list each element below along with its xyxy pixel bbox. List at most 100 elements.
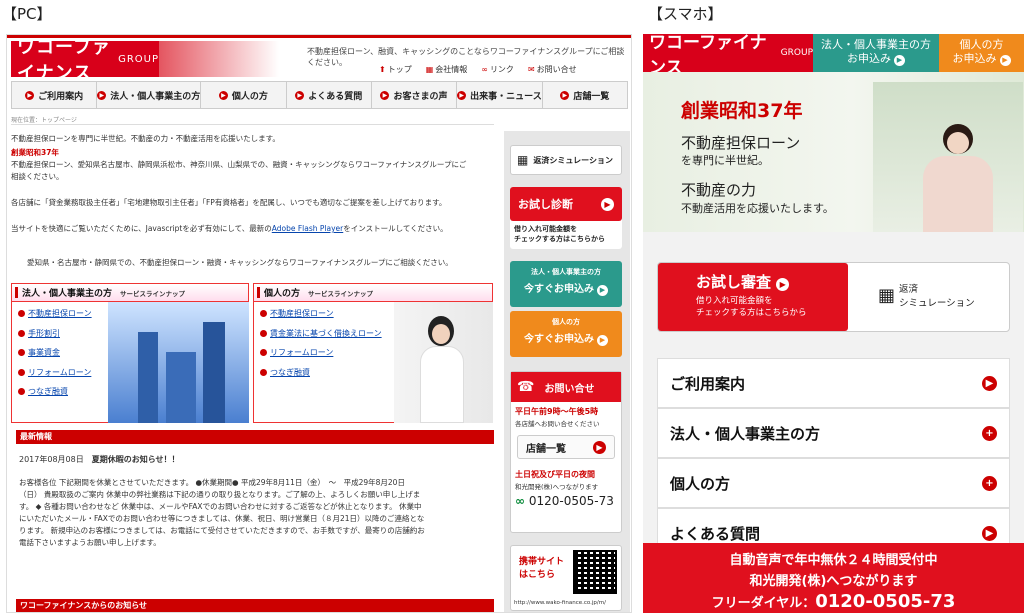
mobile-site-box[interactable]: 携帯サイト はこちら http://www.wako-finance.co.jp… [510,545,622,611]
menu-corporate[interactable]: 法人・個人事業主の方 + [657,408,1010,458]
arrow-right-icon: ▶ [999,55,1011,66]
flash-notice: 当サイトを快適にご覧いただくために、Javascriptを必ず有効にして、最新の… [11,224,448,233]
trial-review-button[interactable]: お試し審査 ▶ 借り入れ可能金額を チェックする方はこちらから [658,263,848,331]
personal-apply-button[interactable]: 個人の方 お申込み ▶ [939,34,1024,72]
service-link[interactable]: リフォームローン [260,348,333,357]
intro-text: 各店舗に「貸金業務取扱主任者」「宅地建物取引主任者」「FP有資格者」を配属し、い… [11,198,447,207]
service-link[interactable]: リフォームローン [18,368,91,377]
founded-text: 創業昭和37年 [11,148,59,157]
site-logo[interactable]: ワコーファイナンス GROUP [11,37,159,84]
breadcrumb: 現在位置：トップページ [11,117,77,124]
arrow-right-icon: ▶ [380,90,390,100]
corporate-apply-button[interactable]: 法人・個人事業主の方 今すぐお申込み ▶ [510,261,622,307]
arrow-right-icon: ▶ [894,55,905,66]
repayment-sim-button[interactable]: ▦返済シミュレーション [510,145,622,175]
news-body: お客様各位 下記期間を休業とさせていただきます。 ●休業期間● 平成29年8月1… [19,478,425,547]
logo-text: ワコーファイナンス [17,37,111,84]
store-list-button[interactable]: 店舗一覧 ▶ [517,435,615,459]
hero-text: 不動産担保ローン [681,134,801,152]
service-link[interactable]: つなぎ融資 [18,387,68,396]
hero-text: 不動産の力 [681,181,757,199]
phone-number[interactable]: ∞ 0120-0505-73 [511,492,621,510]
intro-text: 愛知県・名古屋市・静岡県での、不動産担保ローン・融資・キャッシングならワコーファ… [27,258,453,267]
building-icon: ▦ [425,65,434,74]
site-logo[interactable]: ワコーファイナンス GROUP [643,34,813,78]
top-link-top[interactable]: ⬆ トップ [379,64,412,75]
contact-box: ☎ お問い合せ 平日午前9時～午後5時 各店舗へお問い合せください 店舗一覧 ▶ 土… [510,371,622,533]
nav-faq[interactable]: ▶ よくある質問 [287,82,372,108]
notice-header: ワコーファイナンスからのお知らせ [16,599,494,612]
intro-text: 不動産担保ローン、愛知県名古屋市、静岡県浜松市、神奈川県、山梨県での、融資・キャ… [11,160,467,169]
corporate-apply-button[interactable]: 法人・個人事業主の方 お申込み ▶ [813,34,939,72]
service-link[interactable]: つなぎ融資 [260,368,310,377]
service-link[interactable]: 賃金業法に基づく借換えローン [260,329,382,338]
arrow-right-icon: ▶ [982,375,997,391]
nav-personal[interactable]: ▶ 個人の方 [201,82,287,108]
intro-text: 相談ください。 [11,172,64,181]
smartphone-label: 【スマホ】 [648,5,723,23]
arrow-right-icon: ▶ [560,90,570,100]
calculator-icon: ▦ [517,153,529,167]
nav-corporate[interactable]: ▶ 法人・個人事業主の方 [97,82,202,108]
link-icon: ∞ [481,65,488,74]
freedial-icon: ∞ [515,494,525,508]
arrow-right-icon: ▶ [776,278,790,291]
menu-guide[interactable]: ご利用案内 ▶ [657,358,1010,408]
freedial-banner[interactable]: 自動音声で年中無休２４時間受付中 和光開発(株)へつながります フリーダイヤル：… [643,543,1024,613]
top-link-contact[interactable]: ✉ お問い合せ [528,64,577,75]
service-link[interactable]: 手形割引 [18,329,60,338]
arrow-right-icon: ▶ [295,90,305,100]
qr-code-icon [573,550,617,594]
intro-text: 不動産担保ローンを専門に半世紀。不動産の力・不動産活用を応援いたします。 [11,134,280,143]
repayment-sim-button[interactable]: ▦返済シミュレーション [878,281,975,309]
sidebar: ▦ 返済シミュレーション お試し診断 ▶ 借り入れ可能金額を チェックする方はこちらか… [504,131,630,612]
plus-icon: + [982,425,997,441]
flash-link[interactable]: Adobe Flash Player [272,224,343,233]
trial-card: お試し審査 ▶ 借り入れ可能金額を チェックする方はこちらから ▦ 返済 シミュレーシ… [657,262,1010,332]
news-item[interactable]: 2017年08月08日 夏期休暇のお知らせ！！ [19,454,180,466]
red-bar-icon [257,287,260,298]
arrow-right-icon: ▶ [218,90,228,100]
arrow-right-icon: ▶ [597,335,608,346]
divider [11,124,494,125]
arrow-up-icon: ⬆ [379,65,386,74]
logo-sub: GROUP [118,53,159,65]
top-link-links[interactable]: ∞ リンク [481,64,514,75]
buildings-image [108,302,249,423]
calculator-icon: ▦ [878,284,896,306]
menu-personal[interactable]: 個人の方 + [657,458,1010,508]
pc-screenshot: ワコーファイナンス GROUP 不動産担保ローン、融資、キャッシングのことならワコ… [6,34,632,613]
news-header: 最新情報 [16,430,494,444]
plus-icon: + [982,475,997,491]
service-link[interactable]: 事業資金 [18,348,60,357]
service-link[interactable]: 不動産担保ローン [260,309,334,318]
red-bar-icon [15,287,18,298]
arrow-right-icon: ▶ [982,525,997,541]
corporate-services-box: 法人・個人事業主の方 サービスラインナップ 不動産担保ローン 手形割引 事業資金 … [11,283,249,423]
arrow-right-icon: ▶ [597,285,608,296]
personal-services-box: 個人の方 サービスラインナップ 不動産担保ローン 賃金業法に基づく借換えローン リ… [253,283,493,423]
arrow-right-icon: ▶ [601,197,614,211]
personal-apply-button[interactable]: 個人の方 今すぐお申込み ▶ [510,311,622,357]
top-links: ⬆ トップ ▦ 会社情報 ∞ リンク ✉ お問い合せ [379,64,577,75]
box-header: 個人の方 サービスラインナップ [254,284,492,302]
top-link-company[interactable]: ▦ 会社情報 [426,64,468,75]
pc-label: 【PC】 [2,5,52,23]
smartphone-screenshot: ワコーファイナンス GROUP 法人・個人事業主の方 お申込み ▶ 個人の方 お申込み ▶… [643,34,1024,613]
arrow-right-icon: ▶ [25,90,35,100]
hero-text: を専門に半世紀。 [681,154,769,167]
mail-icon: ✉ [527,65,535,74]
logo-gradient [159,41,279,77]
nav-guide[interactable]: ▶ ご利用案内 [12,82,98,108]
woman-photo [394,302,493,423]
arrow-right-icon: ▶ [457,90,467,100]
service-link[interactable]: 不動産担保ローン [18,309,92,318]
operator-icon: ☎ [517,379,535,395]
trial-diagnosis-button[interactable]: お試し診断 ▶ 借り入れ可能金額を チェックする方はこちらから [510,187,622,249]
global-nav: ▶ ご利用案内 ▶ 法人・個人事業主の方 ▶ 個人の方 ▶ よくある質問 ▶ お客さまの声… [11,81,628,109]
nav-news[interactable]: ▶ 出来事・ニュース [457,82,543,108]
hero-text: 不動産活用を応援いたします。 [681,202,834,215]
nav-voices[interactable]: ▶ お客さまの声 [372,82,458,108]
founded-text: 創業昭和37年 [681,100,803,122]
nav-stores[interactable]: ▶ 店舗一覧 [543,82,627,108]
